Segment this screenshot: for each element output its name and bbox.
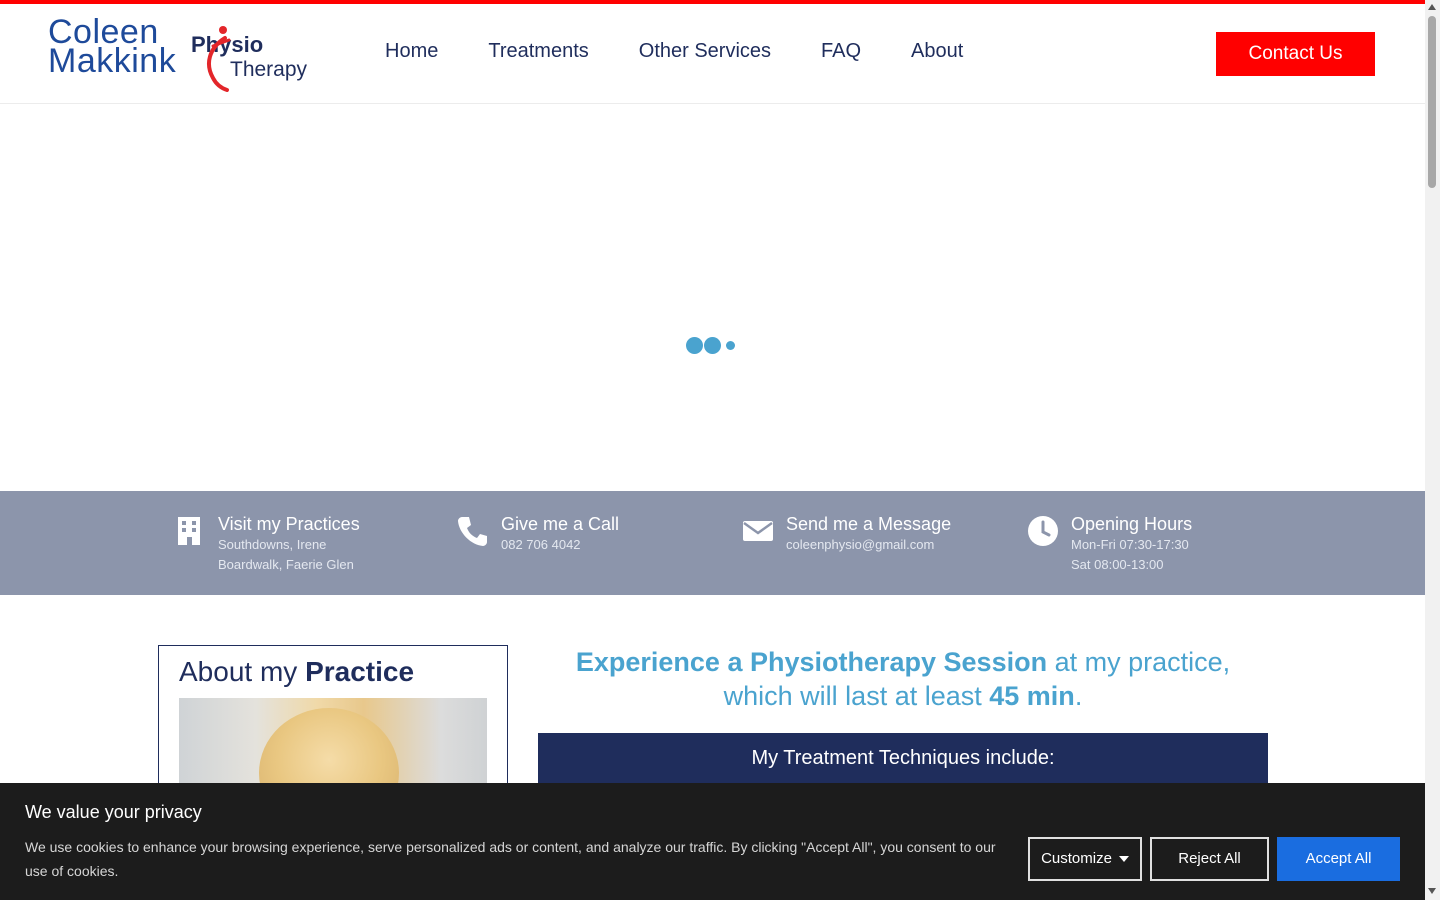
caret-down-icon	[1118, 856, 1129, 863]
info-line: Mon-Fri 07:30-17:30	[1071, 537, 1189, 552]
email-link[interactable]: coleenphysio@gmail.com	[786, 535, 951, 555]
contact-us-button[interactable]: Contact Us	[1216, 32, 1375, 76]
page-scrollbar[interactable]	[1425, 0, 1440, 900]
loading-indicator	[686, 337, 735, 354]
cookie-banner: We value your privacy We use cookies to …	[0, 783, 1425, 900]
envelope-icon	[743, 521, 773, 541]
info-give-call: Give me a Call 082 706 4042	[457, 513, 619, 555]
nav-about[interactable]: About	[911, 40, 963, 63]
loader-dot	[726, 341, 735, 350]
main-nav: Home Treatments Other Services FAQ About	[385, 40, 963, 63]
nav-home[interactable]: Home	[385, 40, 438, 63]
scroll-up-arrow-icon[interactable]	[1428, 4, 1436, 10]
site-logo[interactable]: Coleen Makkink Physio Therapy	[48, 15, 318, 92]
reject-all-button[interactable]: Reject All	[1150, 837, 1269, 881]
phone-icon	[458, 517, 487, 546]
info-title: Visit my Practices	[218, 514, 360, 534]
experience-text-4: .	[1074, 681, 1083, 711]
info-line: Sat 08:00-13:00	[1071, 557, 1164, 572]
figure-swoosh-icon	[207, 26, 231, 92]
building-icon	[178, 517, 200, 545]
info-line: Southdowns, Irene	[218, 537, 327, 552]
about-title-bold: Practice	[305, 656, 415, 687]
nav-other-services[interactable]: Other Services	[639, 40, 771, 63]
info-title: Send me a Message	[786, 514, 952, 534]
cookie-text: We use cookies to enhance your browsing …	[25, 839, 996, 879]
experience-bold-3: 45 min	[989, 681, 1075, 711]
info-send-message: Send me a Message coleenphysio@gmail.com	[742, 513, 951, 555]
about-title-prefix: About my	[179, 656, 306, 687]
loader-dot	[704, 337, 721, 354]
nav-faq[interactable]: FAQ	[821, 40, 861, 63]
contact-info-band: Visit my Practices Southdowns, Irene Boa…	[0, 491, 1425, 595]
logo-name-line2: Makkink	[48, 42, 177, 80]
info-opening-hours: Opening Hours Mon-Fri 07:30-17:30 Sat 08…	[1027, 513, 1192, 575]
customize-button[interactable]: Customize	[1028, 837, 1142, 881]
about-practice-card: About my Practice	[158, 645, 508, 805]
about-title: About my Practice	[179, 656, 414, 688]
info-visit-practices: Visit my Practices Southdowns, Irene Boa…	[174, 513, 360, 575]
nav-treatments[interactable]: Treatments	[488, 40, 588, 63]
customize-label: Customize	[1041, 850, 1112, 867]
logo-name: Coleen Makkink	[48, 15, 177, 80]
scroll-thumb[interactable]	[1428, 16, 1436, 188]
scroll-down-arrow-icon[interactable]	[1428, 888, 1436, 894]
accept-all-button[interactable]: Accept All	[1277, 837, 1400, 881]
info-line: Boardwalk, Faerie Glen	[218, 557, 354, 572]
experience-heading: Experience a Physiotherapy Session at my…	[538, 645, 1268, 713]
experience-bold-1: Experience a Physiotherapy Session	[575, 647, 1048, 677]
info-title: Opening Hours	[1071, 514, 1193, 534]
logo-therapy: Therapy	[230, 58, 308, 81]
info-title: Give me a Call	[501, 514, 620, 534]
phone-number[interactable]: 082 706 4042	[501, 535, 619, 555]
cookie-title: We value your privacy	[25, 802, 202, 822]
clock-icon	[1028, 516, 1058, 546]
loader-dot	[686, 337, 703, 354]
site-header: Coleen Makkink Physio Therapy Home Treat…	[0, 4, 1425, 104]
